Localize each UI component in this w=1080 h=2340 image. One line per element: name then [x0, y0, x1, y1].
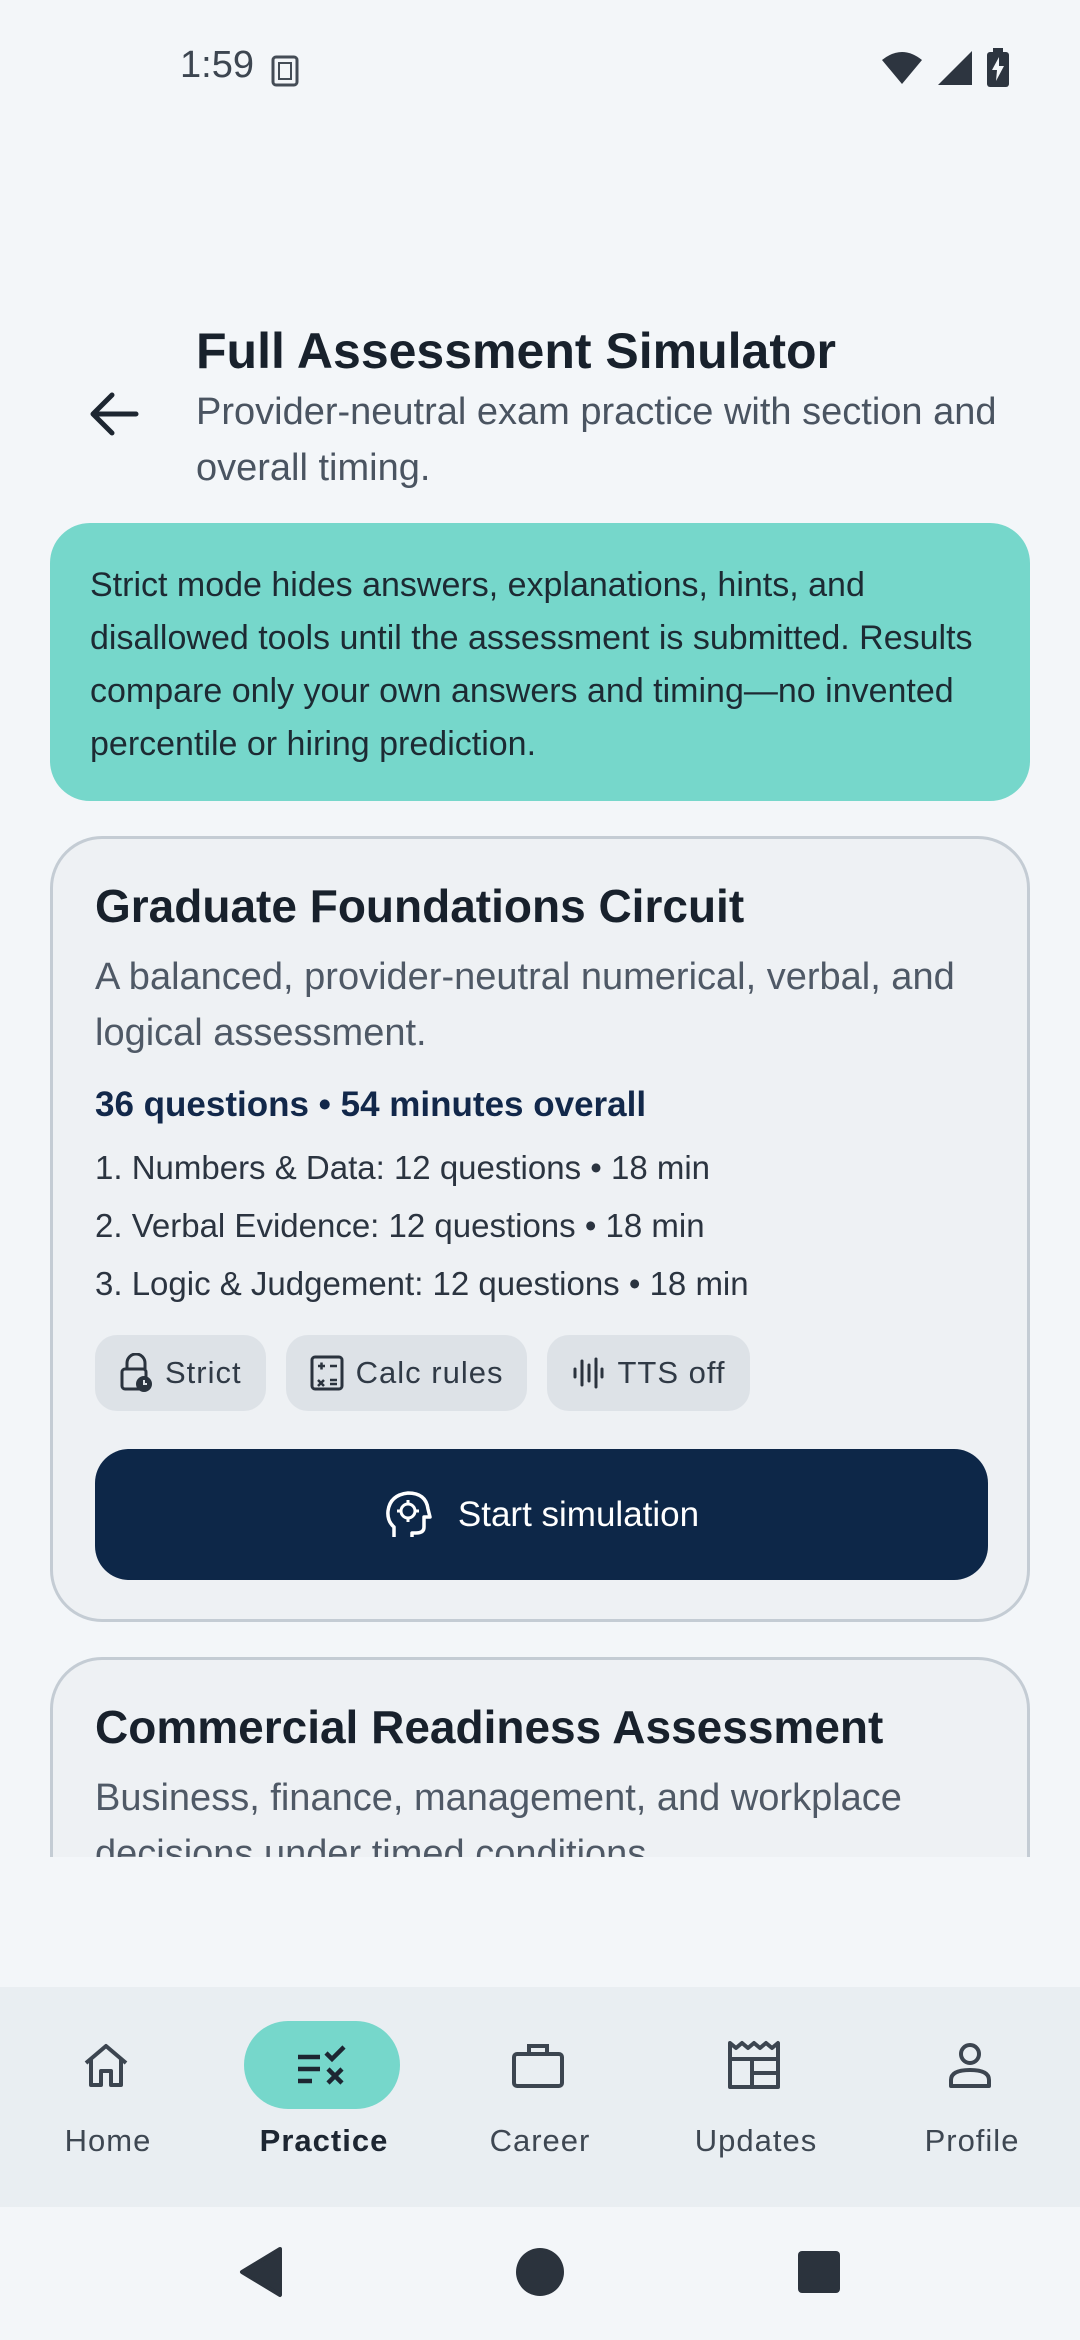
- nav-label: Profile: [924, 2123, 1020, 2158]
- nav-item-updates[interactable]: Updates: [648, 1987, 864, 2207]
- chip-strict[interactable]: Strict: [95, 1335, 266, 1411]
- assessment-card: Graduate Foundations Circuit A balanced,…: [50, 836, 1030, 1622]
- nav-item-practice[interactable]: Practice: [216, 1987, 432, 2207]
- briefcase-icon: [512, 2044, 564, 2088]
- home-circle-icon: [516, 2248, 564, 2296]
- practice-icon: [298, 2045, 346, 2085]
- nav-item-home[interactable]: Home: [0, 1987, 216, 2207]
- section-item: 1. Numbers & Data: 12 questions • 18 min: [95, 1149, 711, 1186]
- brain-gear-icon: [386, 1490, 432, 1537]
- start-simulation-button[interactable]: Start simulation: [95, 1449, 988, 1580]
- newspaper-icon: [728, 2041, 780, 2089]
- chip-label: Strict: [165, 1355, 242, 1390]
- sim-card-icon: [271, 55, 299, 87]
- assessment-card[interactable]: Commercial Readiness Assessment Business…: [50, 1657, 1030, 1857]
- nav-item-profile[interactable]: Profile: [864, 1987, 1080, 2207]
- system-home-button[interactable]: [505, 2237, 575, 2307]
- arrow-left-icon: [90, 392, 139, 436]
- section-item: 2. Verbal Evidence: 12 questions • 18 mi…: [95, 1207, 705, 1244]
- calculator-icon: [310, 1355, 344, 1391]
- card-title: Graduate Foundations Circuit: [95, 880, 745, 932]
- card-description: A balanced, provider-neutral numerical, …: [95, 956, 955, 1054]
- notice-text: Strict mode hides answers, explanations,…: [90, 566, 973, 763]
- start-button-label: Start simulation: [457, 1494, 700, 1534]
- chip-label: Calc rules: [355, 1355, 504, 1390]
- system-navigation-bar: [0, 2207, 1080, 2340]
- page-subtitle: Provider-neutral exam practice with sect…: [196, 391, 997, 489]
- recents-square-icon: [798, 2251, 840, 2293]
- person-icon: [949, 2043, 991, 2088]
- section-item: 3. Logic & Judgement: 12 questions • 18 …: [95, 1265, 749, 1302]
- page-title: Full Assessment Simulator: [196, 323, 836, 379]
- home-icon: [84, 2044, 128, 2087]
- cellular-signal-icon: [938, 51, 972, 85]
- battery-charging-icon: [987, 48, 1009, 87]
- status-bar: 1:59: [0, 0, 1080, 140]
- back-triangle-icon: [240, 2247, 282, 2297]
- back-button[interactable]: [78, 378, 150, 450]
- nav-label: Updates: [694, 2123, 818, 2158]
- card-title: Commercial Readiness Assessment: [95, 1701, 884, 1753]
- chip-label: TTS off: [617, 1355, 726, 1390]
- system-recents-button[interactable]: [784, 2237, 854, 2307]
- wifi-icon: [882, 52, 922, 84]
- nav-label: Home: [64, 2123, 152, 2158]
- lock-clock-icon: [120, 1353, 152, 1392]
- card-summary: 36 questions • 54 minutes overall: [95, 1085, 647, 1124]
- status-time: 1:59: [180, 44, 254, 86]
- card-description: Business, finance, management, and workp…: [95, 1777, 902, 1857]
- nav-item-career[interactable]: Career: [432, 1987, 648, 2207]
- nav-label: Career: [489, 2123, 591, 2158]
- bottom-navigation: Home Practice Career Updates Profile: [0, 1987, 1080, 2207]
- audio-wave-icon: [573, 1357, 604, 1389]
- chip-row: Strict Calc rules TTS off: [95, 1335, 750, 1411]
- strict-mode-notice: Strict mode hides answers, explanations,…: [50, 523, 1030, 801]
- chip-tts-off[interactable]: TTS off: [547, 1335, 750, 1411]
- system-back-button[interactable]: [226, 2237, 296, 2307]
- chip-calc-rules[interactable]: Calc rules: [285, 1335, 528, 1411]
- nav-label: Practice: [259, 2123, 389, 2158]
